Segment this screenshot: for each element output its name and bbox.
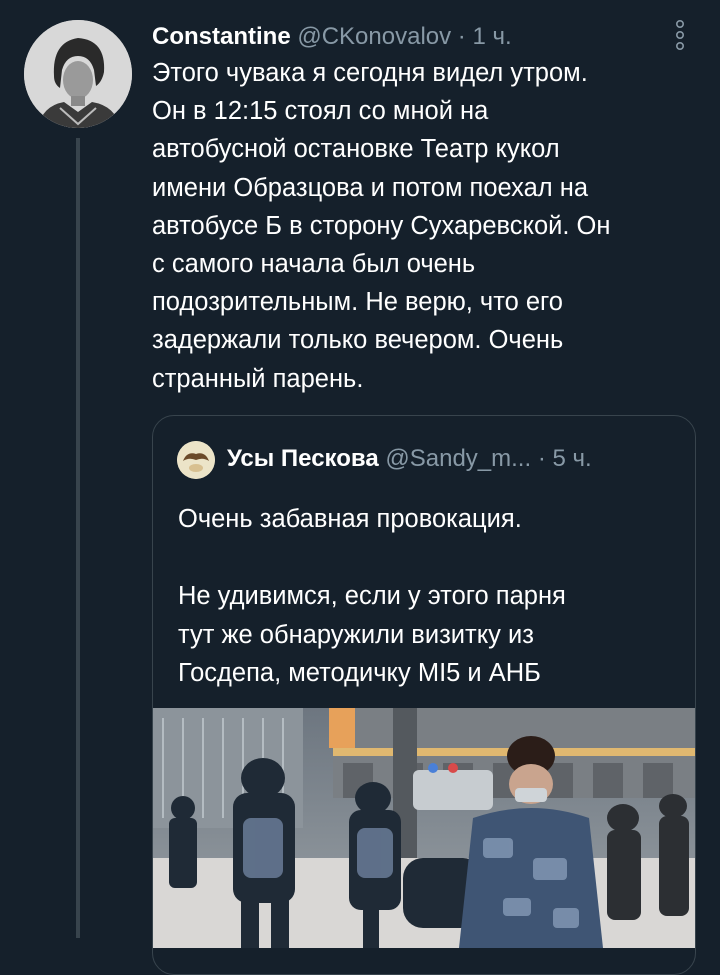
thread-line <box>76 138 80 938</box>
tweet-header: Constantine @CKonovalov · 1 ч. <box>152 20 512 54</box>
quoted-author-name: Усы Пескова <box>227 445 379 472</box>
tweet-timestamp[interactable]: 1 ч. <box>472 23 511 50</box>
quoted-media-photo[interactable] <box>153 708 695 948</box>
quoted-separator: · <box>537 445 546 472</box>
header-separator: · <box>457 23 466 50</box>
author-name[interactable]: Constantine <box>152 23 291 50</box>
quoted-timestamp: 5 ч. <box>552 445 592 472</box>
quoted-text: Очень забавная провокация. Не удивимся, … <box>178 505 566 687</box>
author-avatar[interactable] <box>24 20 132 128</box>
quoted-tweet[interactable]: Усы Пескова @Sandy_m... · 5 ч. Очень заб… <box>152 415 696 975</box>
tweet-text: Этого чувака я сегодня видел утром. Он в… <box>152 59 611 393</box>
author-handle[interactable]: @CKonovalov <box>297 23 451 50</box>
quoted-author-handle: @Sandy_m... <box>385 445 532 472</box>
quoted-author-avatar <box>177 441 215 479</box>
more-vertical-icon[interactable] <box>670 18 690 52</box>
quoted-header: Усы Пескова @Sandy_m... · 5 ч. <box>227 442 592 476</box>
